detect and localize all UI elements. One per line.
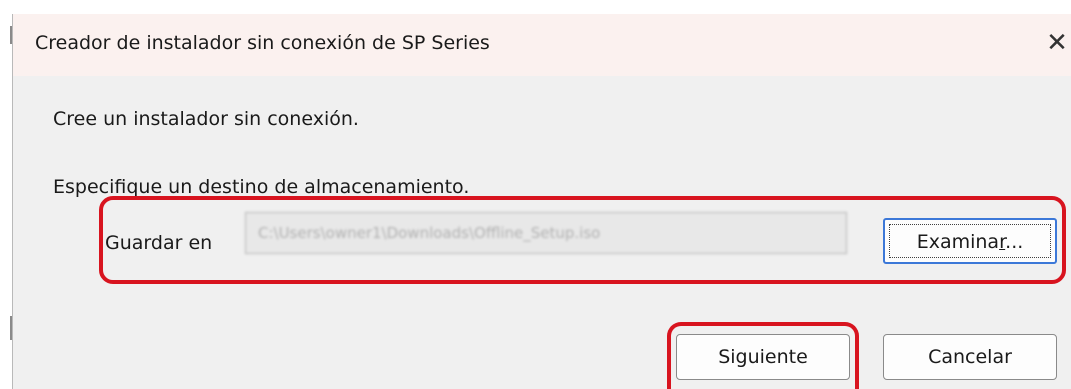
cancel-button[interactable]: Cancelar xyxy=(883,334,1057,380)
highlight-next-button xyxy=(667,322,859,389)
installer-dialog: Creador de instalador sin conexión de SP… xyxy=(12,14,1071,389)
instruction-text-1: Cree un instalador sin conexión. xyxy=(53,108,359,130)
dialog-title: Creador de instalador sin conexión de SP… xyxy=(35,32,490,54)
close-icon[interactable]: ✕ xyxy=(1040,26,1071,60)
page: Creador de instalador sin conexión de SP… xyxy=(0,0,1071,389)
highlight-save-row xyxy=(99,196,1066,284)
title-bar: Creador de instalador sin conexión de SP… xyxy=(13,14,1071,76)
instruction-text-2: Especifique un destino de almacenamiento… xyxy=(53,176,470,198)
